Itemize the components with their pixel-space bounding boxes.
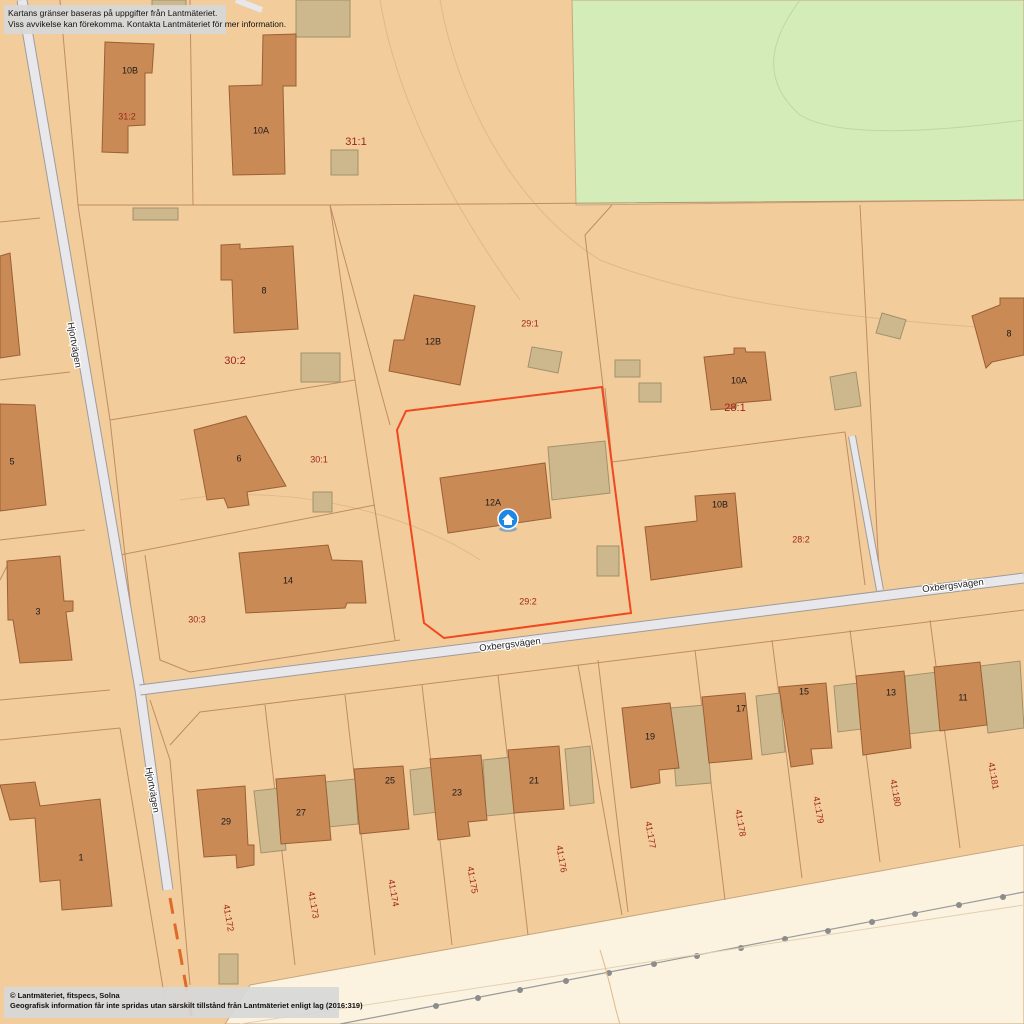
parcel-label: 29:1	[521, 318, 539, 328]
house-number: 17	[736, 703, 746, 713]
parcel-label: 30:3	[188, 614, 206, 624]
parcel-label: 29:2	[519, 596, 537, 606]
house-number: 19	[645, 731, 655, 741]
copyright-notice: © Lantmäteriet, fitspecs, Solna Geografi…	[4, 987, 363, 1018]
parcel-label: 30:1	[310, 454, 328, 464]
home-location-icon[interactable]	[497, 508, 519, 532]
house-number: 12B	[425, 336, 441, 346]
disclaimer-line-1: Kartans gränser baseras på uppgifter frå…	[8, 8, 218, 18]
house-number: 8	[261, 285, 266, 295]
house-number: 15	[799, 686, 809, 696]
house-number: 8	[1006, 328, 1011, 338]
house-number: 25	[385, 775, 395, 785]
copyright-line-2: Geografisk information får inte spridas …	[10, 1000, 363, 1010]
house-number: 12A	[485, 497, 501, 507]
house-number: 23	[452, 787, 462, 797]
house-number: 10A	[253, 125, 269, 135]
house-number: 11	[958, 692, 967, 702]
house-number: 6	[236, 453, 241, 463]
park-area	[571, 0, 1024, 206]
house-number: 10A	[731, 375, 747, 385]
house-number: 27	[296, 807, 306, 817]
house-number: 3	[35, 606, 40, 616]
house-number: 10B	[712, 499, 728, 509]
boundary-disclaimer: Kartans gränser baseras på uppgifter frå…	[4, 5, 287, 34]
house-number: 29	[221, 816, 231, 826]
house-number: 13	[886, 687, 896, 697]
parcel-label: 28:2	[792, 534, 810, 544]
house-number: 1	[78, 852, 83, 862]
house-number: 21	[529, 775, 539, 785]
house-number: 10B	[122, 65, 138, 75]
parcel-label: 31:1	[345, 136, 366, 148]
disclaimer-line-2: Viss avvikelse kan förekomma. Kontakta L…	[8, 18, 287, 29]
parcel-label: 31:2	[118, 111, 136, 121]
house-number: 14	[283, 575, 293, 585]
copyright-line-1: © Lantmäteriet, fitspecs, Solna	[10, 991, 120, 1000]
parcel-label: 28:1	[724, 402, 745, 414]
parcel-label: 30:2	[224, 355, 245, 367]
house-number: 5	[9, 456, 14, 466]
property-map[interactable]: Hjortvägen Hjortvägen Oxbergsvägen Oxber…	[0, 0, 1024, 1024]
